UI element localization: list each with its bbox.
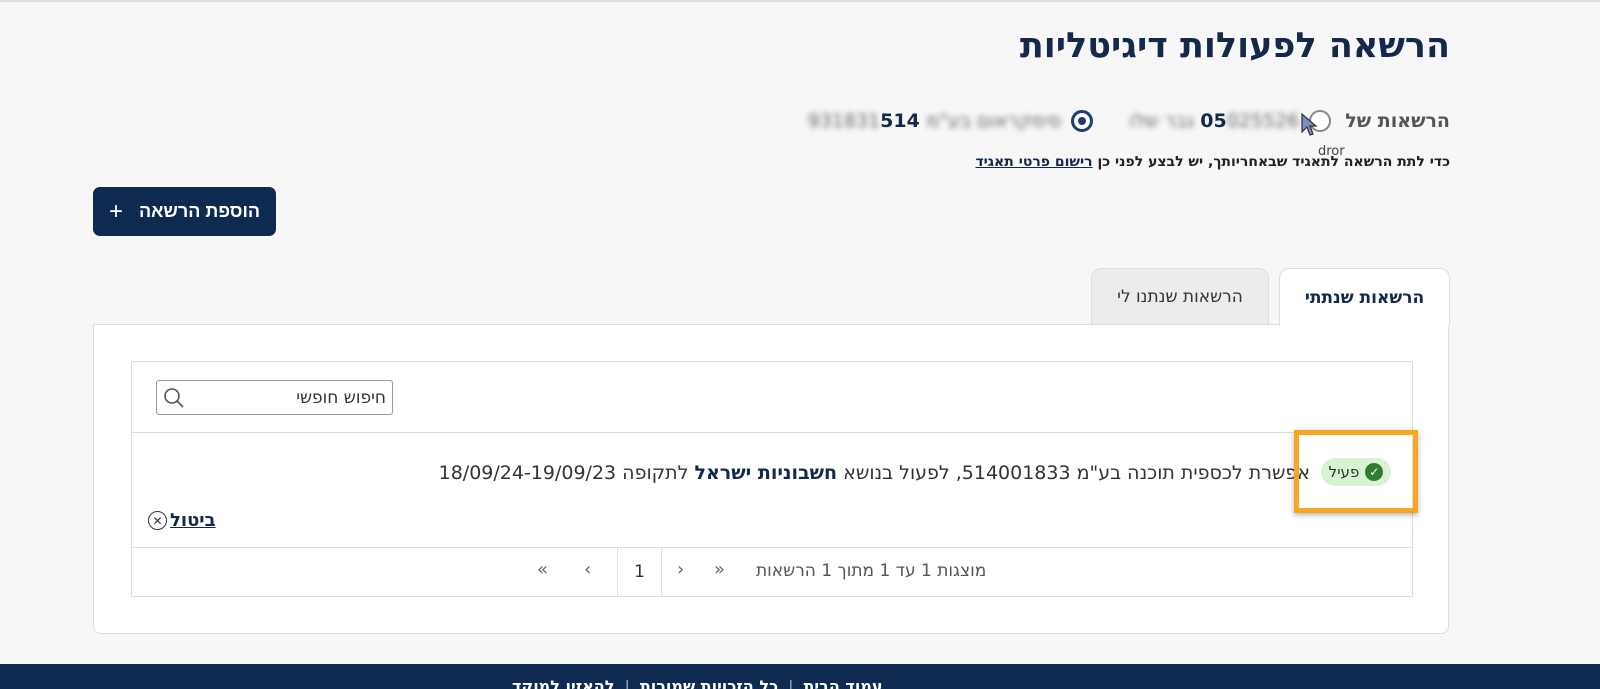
permission-row-text: אפשרת לכספית תוכנה בע"מ 514001833, לפעול… xyxy=(439,462,1310,484)
status-highlight: ✓ פעיל xyxy=(1294,430,1418,513)
permissions-list: אפשרת לכספית תוכנה בע"מ 514001833, לפעול… xyxy=(131,361,1418,597)
company-option[interactable]: סימקראום בע"מ 931831514 xyxy=(808,110,1062,132)
close-circle-icon: ✕ xyxy=(148,511,167,530)
pagination-summary: מוצגות 1 עד 1 מתוך 1 הרשאות xyxy=(756,561,987,581)
status-badge: ✓ פעיל xyxy=(1320,457,1392,486)
footer-divider: | xyxy=(788,677,794,689)
company-id-blurred: 931831 xyxy=(807,110,881,132)
row-text-bold: חשבוניות ישראל xyxy=(694,462,838,484)
footer-link-rights[interactable]: כל הזכויות שמורות xyxy=(640,677,778,689)
search-field[interactable] xyxy=(156,380,393,415)
permissions-panel: אפשרת לכספית תוכנה בע"מ 514001833, לפעול… xyxy=(93,324,1449,634)
cancel-button[interactable]: ביטול ✕ xyxy=(148,510,216,531)
company-id-prefix: 514 xyxy=(880,110,920,132)
row-text-after: לתקופה 18/09/24-19/09/23 xyxy=(438,462,689,484)
plus-icon: + xyxy=(108,197,123,225)
cancel-label: ביטול xyxy=(170,510,216,531)
company-radio[interactable] xyxy=(1071,110,1094,132)
search-icon[interactable] xyxy=(163,387,185,409)
footer-divider: | xyxy=(624,677,630,689)
status-label: פעיל xyxy=(1328,462,1360,481)
check-icon: ✓ xyxy=(1365,462,1384,481)
tabs: הרשאות שנתתי הרשאות שנתנו לי xyxy=(1091,268,1450,326)
footer: עמוד הבית | כל הזכויות שמורות | להאזין ל… xyxy=(0,664,1600,689)
tab-permissions-given[interactable]: הרשאות שנתתי xyxy=(1279,268,1450,326)
prev-page-icon[interactable]: › xyxy=(677,559,684,580)
add-permission-button[interactable]: הוספת הרשאה + xyxy=(93,187,276,236)
last-page-icon[interactable]: « xyxy=(537,559,548,580)
add-permission-label: הוספת הרשאה xyxy=(138,201,261,221)
company-name-blurred: סימקראום בע"מ xyxy=(926,110,1062,132)
top-border xyxy=(0,0,1600,2)
permissions-of-label: הרשאות של xyxy=(1345,110,1450,132)
next-page-icon[interactable]: ‹ xyxy=(584,559,591,580)
footer-link-home[interactable]: עמוד הבית xyxy=(803,677,882,689)
search-input[interactable] xyxy=(206,382,386,413)
footer-link-listen[interactable]: להאזין למוקד xyxy=(512,677,614,689)
page-title: הרשאה לפעולות דיגיטליות xyxy=(1019,26,1450,66)
person-option[interactable]: 05025526 גבר שלו xyxy=(1129,110,1299,132)
footer-links: עמוד הבית | כל הזכויות שמורות | להאזין ל… xyxy=(512,677,883,689)
mouse-cursor-icon xyxy=(1301,112,1318,136)
person-id-suffix: 05 xyxy=(1200,110,1227,132)
notice: כדי לתת הרשאה לתאגיד שבאחריותך, יש לבצע … xyxy=(975,154,1450,170)
current-page[interactable]: 1 xyxy=(617,547,662,596)
permissions-of-row: הרשאות של 05025526 גבר שלו סימקראום בע"מ… xyxy=(808,110,1450,132)
notice-text: כדי לתת הרשאה לתאגיד שבאחריותך, יש לבצע … xyxy=(1097,154,1450,170)
row-text-before: אפשרת לכספית תוכנה בע"מ 514001833, לפעול… xyxy=(843,462,1310,484)
register-corporation-link[interactable]: רישום פרטי תאגיד xyxy=(975,154,1092,170)
divider xyxy=(132,432,1412,433)
first-page-icon[interactable]: » xyxy=(714,559,725,580)
tab-permissions-received[interactable]: הרשאות שנתנו לי xyxy=(1091,268,1269,325)
pagination: מוצגות 1 עד 1 מתוך 1 הרשאות » › 1 ‹ « xyxy=(132,547,1412,597)
